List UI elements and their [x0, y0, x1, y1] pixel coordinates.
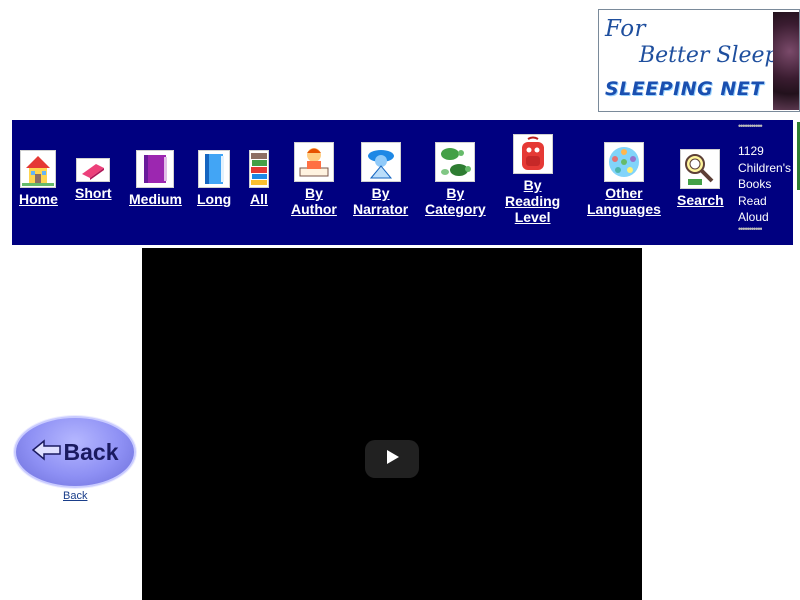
nav-medium-label: Medium: [129, 191, 182, 207]
writer-icon: [293, 142, 334, 182]
nav-by-reading-level[interactable]: By Reading Level: [505, 134, 560, 225]
main-navigation: Home Short Medium Long All By Author By …: [12, 120, 793, 245]
nav-home[interactable]: Home: [19, 150, 58, 207]
backpack-icon: [512, 134, 553, 174]
nav-by-category-label-1: By: [446, 185, 465, 201]
book-count-panel: ••••••••••• 1129 Children's Books Read A…: [738, 122, 794, 234]
nav-by-reading-level-label-1: By: [523, 177, 542, 193]
blue-book-icon: [198, 150, 231, 188]
small-book-icon: [76, 158, 111, 182]
nav-other-languages-label-2: Languages: [587, 201, 661, 217]
narrator-icon: [360, 142, 401, 182]
nav-home-label: Home: [19, 191, 58, 207]
book-count-text: 1129 Children's Books Read Aloud: [738, 143, 794, 226]
book-count-line-5: Aloud: [738, 210, 769, 224]
book-count-line-3: Books: [738, 177, 772, 191]
house-icon: [20, 150, 57, 188]
nav-by-narrator-label-2: Narrator: [353, 201, 409, 217]
book-count-line-2: Children's: [738, 160, 791, 175]
book-count-line-4: Read: [738, 193, 767, 208]
nav-by-author-label-1: By: [304, 185, 323, 201]
video-player[interactable]: [142, 248, 642, 600]
book-count-number: 1129: [738, 144, 764, 158]
nav-long[interactable]: Long: [197, 150, 231, 207]
nav-by-author-label-2: Author: [291, 201, 337, 217]
play-button[interactable]: [365, 440, 419, 478]
nav-other-languages-label-1: Other: [605, 185, 643, 201]
counter-dots-bottom: •••••••••••: [738, 225, 762, 234]
banner-line-3: SLEEPING NET: [605, 78, 764, 100]
nav-all[interactable]: All: [249, 150, 269, 207]
nav-by-reading-level-label-2: Reading: [505, 193, 561, 209]
counter-dots-top: •••••••••••: [738, 122, 763, 131]
sleeping-net-banner[interactable]: For Better Sleep SLEEPING NET: [598, 9, 800, 112]
banner-line-1: For: [605, 16, 647, 42]
back-link[interactable]: Back: [63, 490, 87, 502]
nav-by-category-label-2: Category: [425, 201, 486, 217]
back-button-label: Back: [63, 438, 119, 465]
nav-by-reading-level-label-3: Level: [514, 209, 551, 225]
nav-by-category[interactable]: By Category: [425, 142, 486, 217]
nav-medium[interactable]: Medium: [129, 150, 182, 207]
nav-other-languages[interactable]: Other Languages: [587, 142, 661, 217]
globe-icon: [603, 142, 644, 182]
nav-long-label: Long: [197, 191, 232, 207]
back-button[interactable]: Back: [14, 416, 136, 488]
nav-short[interactable]: Short: [75, 158, 112, 201]
nav-search-label: Search: [677, 192, 724, 208]
book-stack-icon: [249, 150, 269, 188]
magnifier-kid-icon: [680, 149, 721, 189]
banner-line-2: Better Sleep: [639, 43, 779, 68]
banner-image: [773, 12, 799, 110]
play-icon: [383, 448, 401, 471]
turtles-icon: [435, 142, 476, 182]
nav-search[interactable]: Search: [677, 149, 724, 208]
nav-by-narrator-label-1: By: [371, 185, 390, 201]
nav-by-narrator[interactable]: By Narrator: [353, 142, 408, 217]
purple-book-icon: [136, 150, 175, 188]
nav-all-label: All: [250, 191, 268, 207]
nav-short-label: Short: [75, 185, 112, 201]
left-arrow-icon: [31, 438, 62, 466]
nav-by-author[interactable]: By Author: [291, 142, 337, 217]
